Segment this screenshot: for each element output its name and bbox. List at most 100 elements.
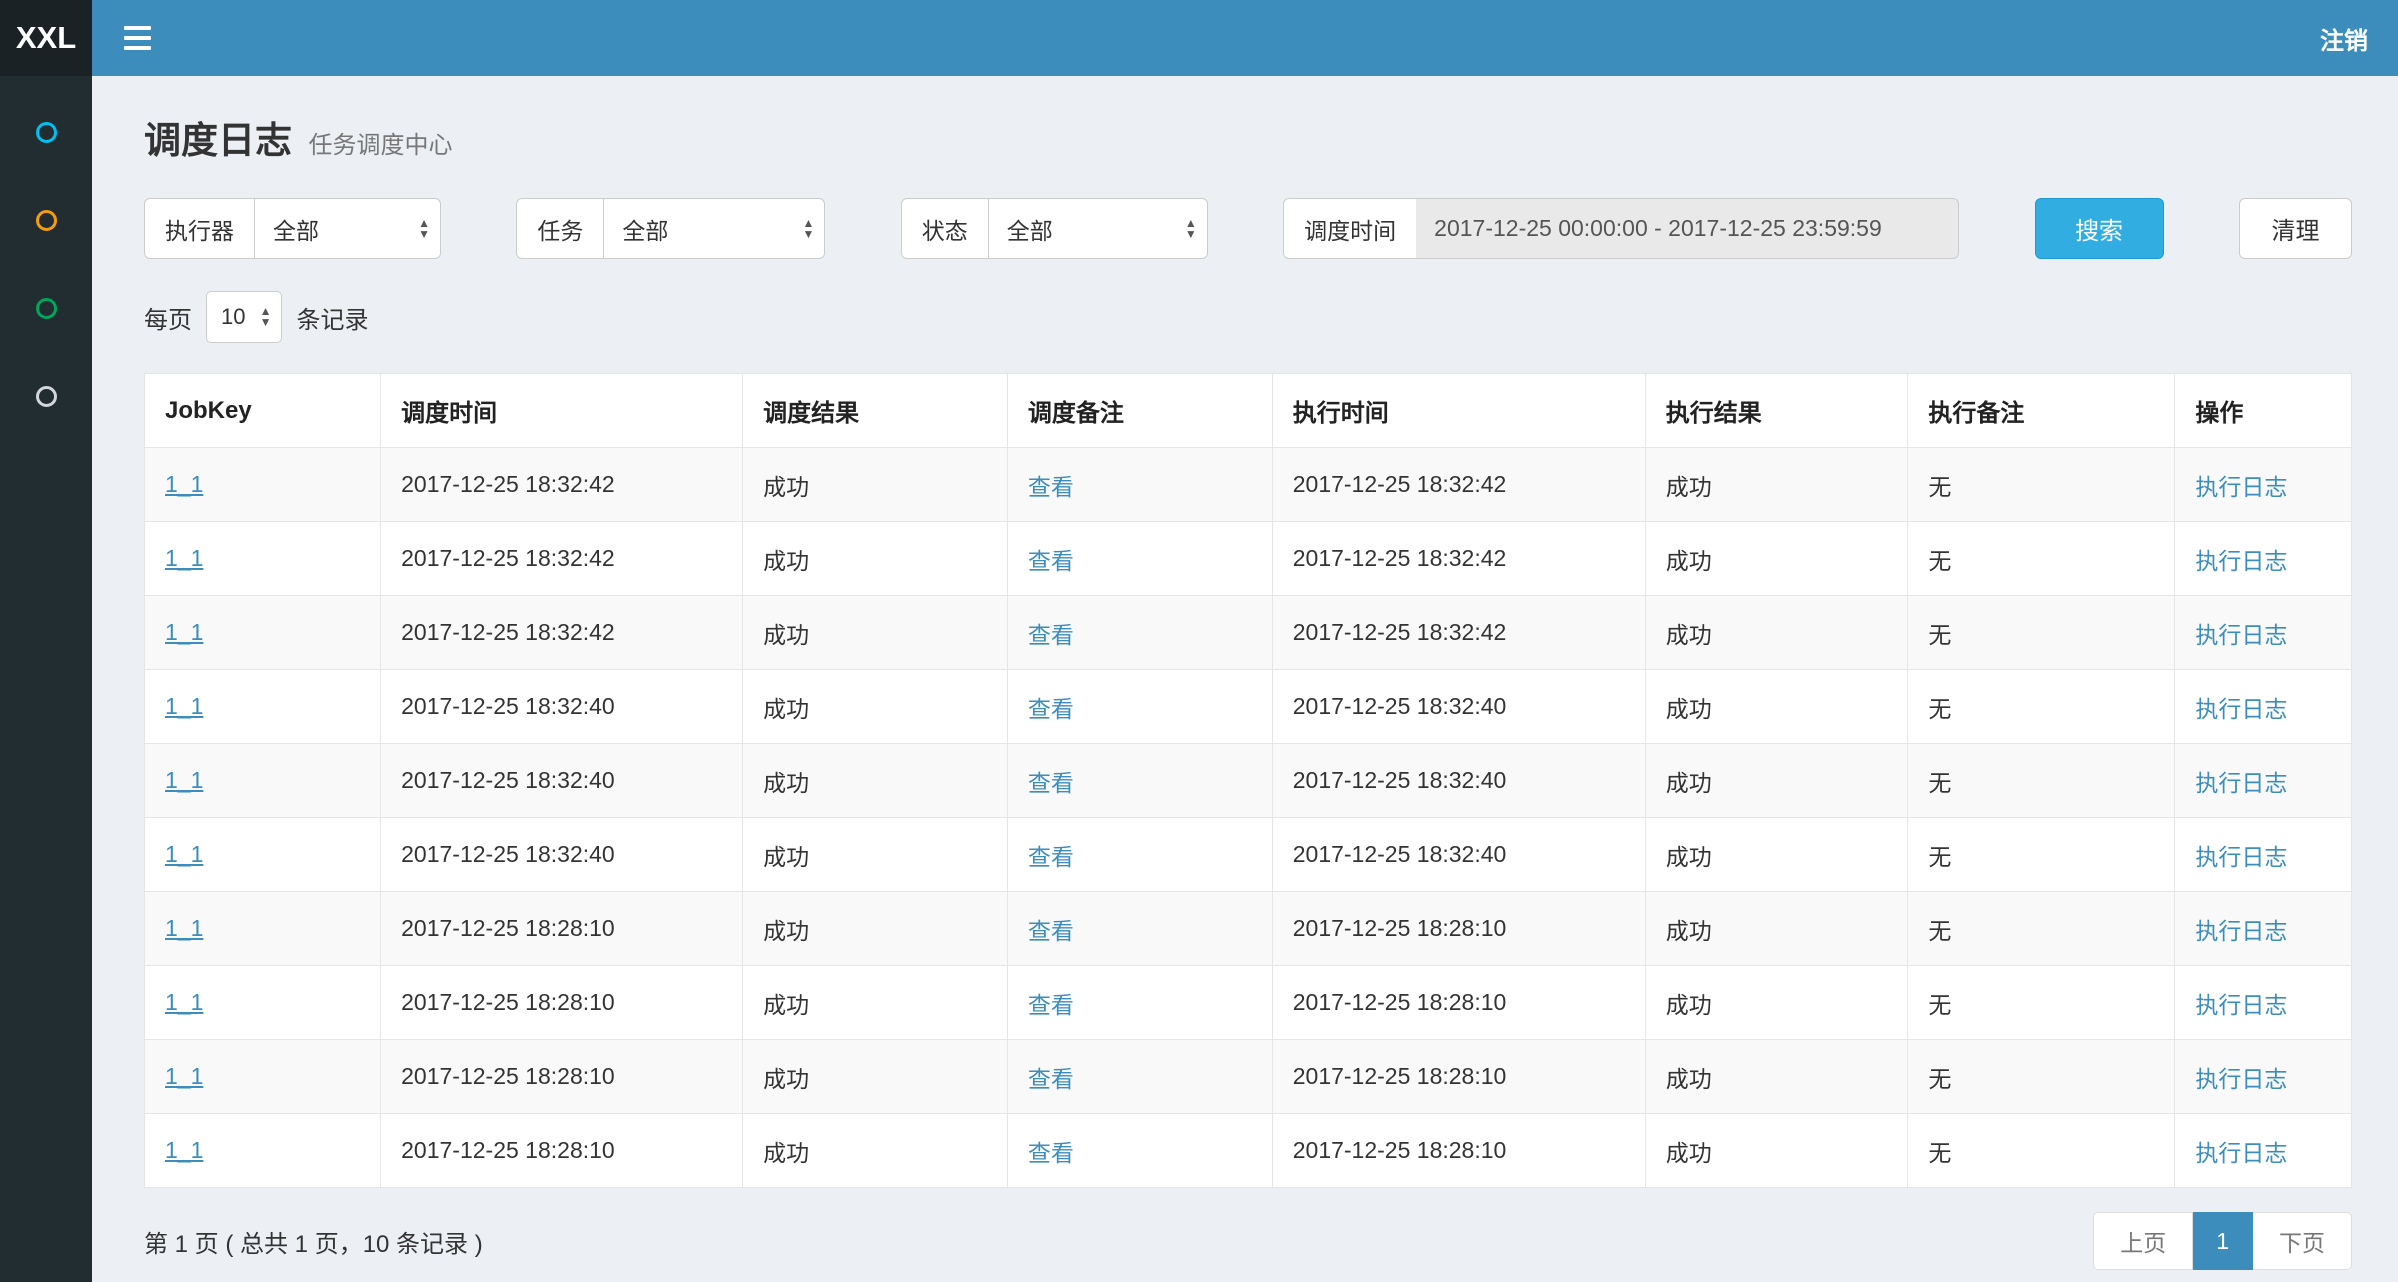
job-select[interactable]: 全部 ▲▼ xyxy=(603,198,825,259)
handle-result-cell: 成功 xyxy=(1645,892,1908,966)
trigger-result-cell: 成功 xyxy=(743,966,1008,1040)
handle-msg-cell: 无 xyxy=(1908,892,2175,966)
table-row: 1_12017-12-25 18:32:42成功查看2017-12-25 18:… xyxy=(145,522,2352,596)
jobkey-link[interactable]: 1_1 xyxy=(165,915,203,941)
trigger-msg-link[interactable]: 查看 xyxy=(1028,992,1074,1018)
table-row: 1_12017-12-25 18:32:42成功查看2017-12-25 18:… xyxy=(145,448,2352,522)
trigger-time-cell: 2017-12-25 18:32:42 xyxy=(381,448,743,522)
trigger-msg-link[interactable]: 查看 xyxy=(1028,1066,1074,1092)
trigger-time-cell: 2017-12-25 18:28:10 xyxy=(381,966,743,1040)
trigger-time-cell: 2017-12-25 18:32:40 xyxy=(381,670,743,744)
select-stepper-icon: ▲▼ xyxy=(418,218,430,240)
handle-msg-cell: 无 xyxy=(1908,818,2175,892)
table-row: 1_12017-12-25 18:32:42成功查看2017-12-25 18:… xyxy=(145,596,2352,670)
jobkey-link[interactable]: 1_1 xyxy=(165,1137,203,1163)
sidebar-item-4[interactable] xyxy=(0,352,92,440)
exec-log-link[interactable]: 执行日志 xyxy=(2195,548,2287,574)
jobkey-link[interactable]: 1_1 xyxy=(165,619,203,645)
executor-filter-group: 执行器 全部 ▲▼ xyxy=(144,198,441,259)
trigger-msg-cell: 查看 xyxy=(1007,744,1272,818)
clear-button[interactable]: 清理 xyxy=(2239,198,2352,259)
jobkey-cell: 1_1 xyxy=(145,892,381,966)
executor-select[interactable]: 全部 ▲▼ xyxy=(254,198,441,259)
trigger-msg-link[interactable]: 查看 xyxy=(1028,844,1074,870)
handle-result-cell: 成功 xyxy=(1645,818,1908,892)
jobkey-link[interactable]: 1_1 xyxy=(165,1063,203,1089)
jobkey-link[interactable]: 1_1 xyxy=(165,693,203,719)
trigger-msg-link[interactable]: 查看 xyxy=(1028,548,1074,574)
jobkey-link[interactable]: 1_1 xyxy=(165,545,203,571)
handle-result-cell: 成功 xyxy=(1645,448,1908,522)
app-logo[interactable]: XXL xyxy=(0,0,92,76)
executor-select-value: 全部 xyxy=(273,212,319,246)
trigger-time-cell: 2017-12-25 18:32:40 xyxy=(381,818,743,892)
page-size-bar: 每页 10 ▲▼ 条记录 xyxy=(144,291,2352,343)
action-cell: 执行日志 xyxy=(2175,596,2352,670)
status-select[interactable]: 全部 ▲▼ xyxy=(988,198,1208,259)
col-action: 操作 xyxy=(2175,374,2352,448)
exec-log-link[interactable]: 执行日志 xyxy=(2195,474,2287,500)
trigger-msg-link[interactable]: 查看 xyxy=(1028,622,1074,648)
col-trigger-time: 调度时间 xyxy=(381,374,743,448)
trigger-msg-cell: 查看 xyxy=(1007,670,1272,744)
trigger-msg-link[interactable]: 查看 xyxy=(1028,1140,1074,1166)
page-subtitle: 任务调度中心 xyxy=(308,132,452,159)
handle-msg-cell: 无 xyxy=(1908,1040,2175,1114)
page-size-prefix: 每页 xyxy=(144,300,192,335)
jobkey-cell: 1_1 xyxy=(145,818,381,892)
handle-time-cell: 2017-12-25 18:28:10 xyxy=(1272,892,1645,966)
item-3-circle-icon xyxy=(36,298,57,319)
col-handle-time: 执行时间 xyxy=(1272,374,1645,448)
action-cell: 执行日志 xyxy=(2175,1114,2352,1188)
exec-log-link[interactable]: 执行日志 xyxy=(2195,696,2287,722)
action-cell: 执行日志 xyxy=(2175,744,2352,818)
trigger-msg-link[interactable]: 查看 xyxy=(1028,474,1074,500)
sidebar-item-1[interactable] xyxy=(0,88,92,176)
trigger-result-cell: 成功 xyxy=(743,1114,1008,1188)
trigger-msg-link[interactable]: 查看 xyxy=(1028,770,1074,796)
exec-log-link[interactable]: 执行日志 xyxy=(2195,770,2287,796)
jobkey-link[interactable]: 1_1 xyxy=(165,841,203,867)
prev-page-button[interactable]: 上页 xyxy=(2093,1212,2193,1270)
exec-log-link[interactable]: 执行日志 xyxy=(2195,1066,2287,1092)
job-filter-label: 任务 xyxy=(516,198,603,259)
jobkey-link[interactable]: 1_1 xyxy=(165,989,203,1015)
exec-log-link[interactable]: 执行日志 xyxy=(2195,918,2287,944)
job-filter-group: 任务 全部 ▲▼ xyxy=(516,198,825,259)
trigger-msg-cell: 查看 xyxy=(1007,818,1272,892)
handle-result-cell: 成功 xyxy=(1645,670,1908,744)
exec-log-link[interactable]: 执行日志 xyxy=(2195,992,2287,1018)
handle-time-cell: 2017-12-25 18:28:10 xyxy=(1272,1040,1645,1114)
page-size-select[interactable]: 10 ▲▼ xyxy=(206,291,282,343)
exec-log-link[interactable]: 执行日志 xyxy=(2195,1140,2287,1166)
handle-time-cell: 2017-12-25 18:32:40 xyxy=(1272,670,1645,744)
action-cell: 执行日志 xyxy=(2175,966,2352,1040)
exec-log-link[interactable]: 执行日志 xyxy=(2195,622,2287,648)
handle-time-cell: 2017-12-25 18:32:40 xyxy=(1272,818,1645,892)
action-cell: 执行日志 xyxy=(2175,892,2352,966)
col-trigger-msg: 调度备注 xyxy=(1007,374,1272,448)
item-4-circle-icon xyxy=(36,386,57,407)
sidebar-item-2[interactable] xyxy=(0,176,92,264)
trigger-time-range-input[interactable] xyxy=(1416,198,1959,259)
search-button[interactable]: 搜索 xyxy=(2035,198,2164,259)
trigger-msg-link[interactable]: 查看 xyxy=(1028,918,1074,944)
exec-log-link[interactable]: 执行日志 xyxy=(2195,844,2287,870)
handle-msg-cell: 无 xyxy=(1908,448,2175,522)
sidebar-menu xyxy=(0,76,92,1282)
item-1-circle-icon xyxy=(36,122,57,143)
logout-link[interactable]: 注销 xyxy=(2320,21,2368,56)
table-row: 1_12017-12-25 18:28:10成功查看2017-12-25 18:… xyxy=(145,1114,2352,1188)
trigger-result-cell: 成功 xyxy=(743,448,1008,522)
sidebar-toggle-icon[interactable] xyxy=(120,20,155,56)
current-page-button[interactable]: 1 xyxy=(2193,1212,2253,1270)
action-cell: 执行日志 xyxy=(2175,670,2352,744)
trigger-msg-link[interactable]: 查看 xyxy=(1028,696,1074,722)
table-row: 1_12017-12-25 18:32:40成功查看2017-12-25 18:… xyxy=(145,744,2352,818)
next-page-button[interactable]: 下页 xyxy=(2253,1212,2352,1270)
jobkey-link[interactable]: 1_1 xyxy=(165,471,203,497)
trigger-result-cell: 成功 xyxy=(743,1040,1008,1114)
jobkey-link[interactable]: 1_1 xyxy=(165,767,203,793)
sidebar-item-3[interactable] xyxy=(0,264,92,352)
jobkey-cell: 1_1 xyxy=(145,670,381,744)
